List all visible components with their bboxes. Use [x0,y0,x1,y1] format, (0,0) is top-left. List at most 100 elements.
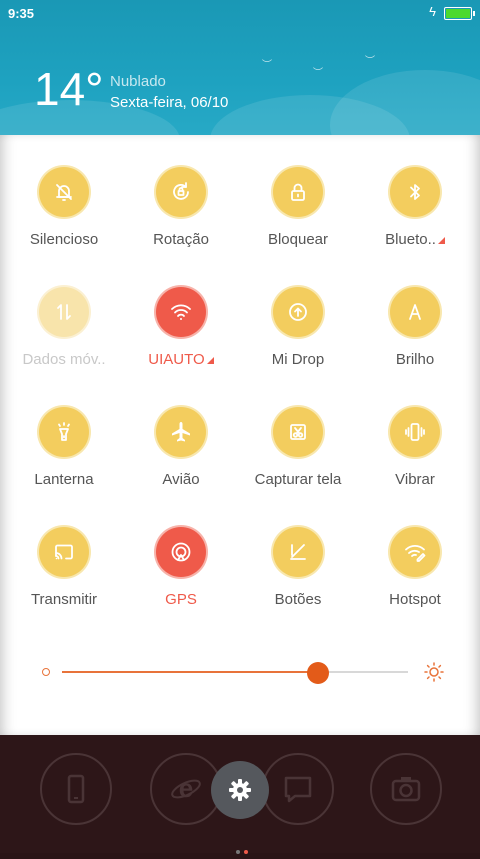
weather-condition: Nublado [110,73,166,90]
toggle-label-text: Transmitir [30,591,98,608]
charging-bolt-icon: ϟ [429,4,436,19]
brightness-track[interactable] [62,662,408,684]
brightness-low-icon [42,668,50,676]
weather-temperature[interactable]: 14° [34,66,104,112]
messages-app-icon[interactable] [262,753,334,825]
toggle-mi-drop[interactable]: Mi Drop [239,287,357,368]
toggle-button[interactable] [390,167,440,217]
battery-level [446,9,470,18]
toggle-vibrar[interactable]: Vibrar [356,407,474,488]
toggle-transmitir[interactable]: Transmitir [5,527,123,608]
expand-corner-icon[interactable] [437,236,445,244]
toggle-label-text: Mi Drop [271,351,325,368]
toggle-button[interactable] [273,167,323,217]
toggle-button[interactable] [39,407,89,457]
toggle-avi-o[interactable]: Avião [122,407,240,488]
toggle-label-text: Silencioso [29,231,99,248]
gps-icon [171,542,191,562]
toggle-lanterna[interactable]: Lanterna [5,407,123,488]
toggle-label: Hotspot [356,591,474,608]
cast-icon [55,544,73,560]
toggle-button[interactable] [156,167,206,217]
quick-settings-panel: Silencioso Rotação Bloquear Blueto.. Dados m… [0,135,480,735]
page-dot [236,850,240,854]
toggle-button[interactable] [390,287,440,337]
toggle-bloquear[interactable]: Bloquear [239,167,357,248]
toggle-blueto[interactable]: Blueto.. [356,167,474,248]
page-dot [244,850,248,854]
toggle-label-text: Vibrar [395,471,435,488]
toggle-label-text: Bloquear [267,231,329,248]
airplane-icon [172,422,190,442]
toggle-capturar-tela[interactable]: Capturar tela [239,407,357,488]
toggle-silencioso[interactable]: Silencioso [5,167,123,248]
toggle-label-text: Avião [162,471,200,488]
toggle-uiauto[interactable]: UIAUTO [122,287,240,368]
toggle-button[interactable] [39,167,89,217]
bluetooth-icon [410,184,420,200]
settings-button[interactable] [211,761,269,819]
bird-decoration-icon: ︶ [365,56,375,67]
toggle-label: Bloquear [239,231,357,248]
toggle-label: Transmitir [5,591,123,608]
toggle-label: Mi Drop [239,351,357,368]
toggle-button[interactable] [39,287,89,337]
home-dock: e [0,735,480,854]
toggle-label: Brilho [356,351,474,368]
toggle-button[interactable] [156,527,206,577]
page-indicator [234,841,250,859]
toggle-label: GPS [122,591,240,608]
bird-decoration-icon: ︶ [262,60,272,71]
toggle-label: Blueto.. [356,231,474,248]
camera-app-icon[interactable] [370,753,442,825]
toggle-button[interactable] [273,287,323,337]
toggle-button[interactable] [273,407,323,457]
vibrate-icon [405,423,425,441]
bell-off-icon [56,184,72,201]
expand-corner-icon[interactable] [206,356,214,364]
weather-date: Sexta-feira, 06/10 [110,94,229,111]
hotspot-icon [405,545,426,562]
toggle-label: Avião [122,471,240,488]
toggle-label-text: Botões [274,591,322,608]
toggle-label-text: Brilho [395,351,435,368]
brightness-thumb[interactable] [307,662,330,684]
toggle-bot-es[interactable]: Botões [239,527,357,608]
brightness-fill [62,671,319,673]
brightness-slider[interactable] [40,660,444,684]
toggle-label-text: UIAUTO [148,351,205,368]
buttons-off-icon [290,544,306,560]
toggle-label-text: Rotação [153,231,209,248]
toggle-dados-m-v[interactable]: Dados móv.. [5,287,123,368]
wifi-icon [171,304,191,320]
toggle-label: Silencioso [5,231,123,248]
battery-icon [444,7,475,20]
toggle-label-text: Blueto.. [385,231,436,248]
toggle-button[interactable] [273,527,323,577]
rotation-lock-icon [173,182,189,200]
toggle-label: Botões [239,591,357,608]
status-bar: 9:35 ϟ [0,0,480,26]
toggle-button[interactable] [39,527,89,577]
toggle-brilho[interactable]: Brilho [356,287,474,368]
toggle-label: Lanterna [5,471,123,488]
toggle-gps[interactable]: GPS [122,527,240,608]
screenshot-icon [290,424,306,440]
status-clock: 9:35 [8,6,35,21]
toggle-rota-o[interactable]: Rotação [122,167,240,248]
toggle-label-text: Hotspot [389,591,441,608]
toggle-button[interactable] [390,527,440,577]
toggle-label: Rotação [122,231,240,248]
flashlight-icon [58,422,70,441]
toggle-button[interactable] [390,407,440,457]
toggle-button[interactable] [156,287,206,337]
toggle-hotspot[interactable]: Hotspot [356,527,474,608]
mobile-data-icon [57,304,71,320]
toggle-label: Dados móv.. [5,351,123,368]
toggle-button[interactable] [156,407,206,457]
toggle-label: UIAUTO [122,351,240,368]
toggle-label-text: Dados móv.. [22,351,106,368]
brightness-high-icon [424,662,444,682]
toggle-label-text: Capturar tela [254,471,342,488]
phone-app-icon[interactable] [40,753,112,825]
